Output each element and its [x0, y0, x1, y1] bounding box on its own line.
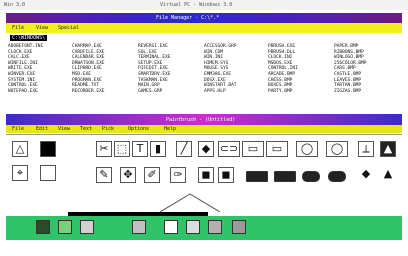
- foreground-color-swatch[interactable]: [40, 141, 56, 157]
- file-manager-menubar: File View Special: [6, 23, 402, 33]
- card-icon[interactable]: [232, 220, 246, 234]
- folder-icon[interactable]: [80, 220, 94, 234]
- file-item[interactable]: CONTROL.EXE: [8, 83, 43, 89]
- top-strip: Win 3.0 Virtual PC - Windows 3.0: [0, 0, 408, 10]
- eraser-tool-icon[interactable]: ▮: [150, 141, 166, 157]
- file-column-5: PBRUSH.EXE PBRUSH.DLL CLOCK.INI MSDOS.EX…: [268, 44, 298, 94]
- menu-file[interactable]: File: [12, 25, 24, 31]
- file-manager-title: File Manager - C:\*.*: [156, 15, 220, 21]
- disk-icon[interactable]: [36, 220, 50, 234]
- pb-menu-edit[interactable]: Edit: [36, 126, 48, 132]
- pb-menu-help[interactable]: Help: [164, 126, 176, 132]
- printer-icon[interactable]: [208, 220, 222, 234]
- background-color-swatch[interactable]: [40, 165, 56, 181]
- pb-menu-view[interactable]: View: [58, 126, 70, 132]
- paintbrush-toolbox: △ ⌖ ✂ ⬚ T ▮ ╱ ◆ ⊂⊃ ▭ ▭ ◯ ◯ ⟂ ▲ ✎ ✥ ✐ ✑ ◼…: [6, 134, 402, 194]
- line-tool-icon[interactable]: ╱: [176, 141, 192, 157]
- file-column-2: CHARMAP.EXE CARDFILE.EXE CALENDAR.EXE DR…: [72, 44, 105, 94]
- file-item[interactable]: RECORDER.EXE: [72, 89, 105, 95]
- pencil-icon[interactable]: [58, 220, 72, 234]
- paint-roller-icon[interactable]: ◆: [198, 141, 214, 157]
- file-item[interactable]: WINSTART.BAT: [204, 83, 237, 89]
- path-label: C:\WINDOWS\: [10, 35, 48, 41]
- foreground-color-swatch-2[interactable]: ⌖: [12, 165, 28, 181]
- menu-special[interactable]: Special: [58, 25, 79, 31]
- file-manager-titlebar[interactable]: File Manager - C:\*.*: [6, 13, 402, 23]
- file-item[interactable]: PARTY.BMP: [268, 89, 298, 95]
- top-left-label: Win 3.0: [4, 2, 26, 8]
- pencil-tool-icon[interactable]: ✐: [144, 167, 160, 183]
- fill-tool-icon[interactable]: ◼: [198, 167, 214, 183]
- menu-view[interactable]: View: [36, 25, 48, 31]
- spray-tool-icon[interactable]: ◼: [218, 167, 234, 183]
- pen-tool-icon[interactable]: ✑: [170, 167, 186, 183]
- paint-icon[interactable]: [132, 220, 146, 234]
- file-item[interactable]: SMARTDRV.EXE: [138, 72, 171, 78]
- pb-menu-pick[interactable]: Pick: [102, 126, 114, 132]
- file-item[interactable]: ACCESSOR.GRP: [204, 44, 237, 50]
- file-item[interactable]: CHARMAP.EXE: [72, 44, 105, 50]
- file-item[interactable]: NOTEPAD.EXE: [8, 89, 43, 95]
- file-item[interactable]: GAMES.GRP: [138, 89, 171, 95]
- move-tool-icon[interactable]: ✥: [120, 167, 136, 183]
- file-item[interactable]: WINLOGO.BMP: [334, 55, 367, 61]
- calc-icon[interactable]: [186, 220, 200, 234]
- file-item[interactable]: ZIGZAG.BMP: [334, 89, 367, 95]
- brush-tool-icon[interactable]: ✎: [96, 167, 112, 183]
- scissors-tool-icon[interactable]: ✂: [96, 141, 112, 157]
- rounded-box-tool-icon[interactable]: ▭: [266, 141, 288, 157]
- pb-menu-file[interactable]: File: [12, 126, 24, 132]
- file-column-3: REVERSI.EXE SOL.EXE TERMINAL.EXE SETUP.E…: [138, 44, 171, 94]
- top-center-label: Virtual PC - Windows 3.0: [160, 2, 233, 8]
- paintbrush-title: Paintbrush - (Untitled): [166, 117, 236, 123]
- filled-rounded-box-tool-icon[interactable]: [274, 171, 296, 182]
- canvas-selection[interactable]: [160, 190, 220, 212]
- notepad-icon[interactable]: [164, 220, 178, 234]
- file-column-4: ACCESSOR.GRP WIN.COM WIN.INI HIMEM.SYS M…: [204, 44, 237, 94]
- file-column-6: PAPER.BMP RIBBONS.BMP WINLOGO.BMP 256COL…: [334, 44, 367, 94]
- file-item[interactable]: PBRUSH.EXE: [268, 44, 298, 50]
- pb-menu-text[interactable]: Text: [80, 126, 92, 132]
- pb-menu-options[interactable]: Options: [128, 126, 149, 132]
- text-tool-icon[interactable]: T: [132, 141, 148, 157]
- file-item[interactable]: CALENDAR.EXE: [72, 55, 105, 61]
- file-item[interactable]: REVERSI.EXE: [138, 44, 171, 50]
- file-item[interactable]: ADOBEFONT.INI: [8, 44, 43, 50]
- filled-circle-tool-icon[interactable]: [302, 171, 320, 182]
- file-item[interactable]: ARCADE.BMP: [268, 72, 298, 78]
- paintbrush-menubar: File Edit View Text Pick Options Help: [6, 125, 402, 133]
- circle-tool-icon[interactable]: ◯: [296, 141, 318, 157]
- curve-tool-icon[interactable]: ⊂⊃: [218, 141, 240, 157]
- filled-box-tool-icon[interactable]: [246, 171, 268, 182]
- file-list: C:\WINDOWS\ ADOBEFONT.INI CLOCK.EXE CALC…: [6, 33, 402, 101]
- filled-shape-tool-icon[interactable]: ◆: [358, 167, 374, 183]
- box-tool-icon[interactable]: ▭: [242, 141, 264, 157]
- ellipse-tool-icon[interactable]: ◯: [326, 141, 348, 157]
- filled-polygon-tool-icon[interactable]: ▲: [380, 141, 396, 157]
- filled-triangle-tool-icon[interactable]: ▲: [380, 167, 396, 183]
- filled-ellipse-tool-icon[interactable]: [328, 171, 346, 182]
- file-item[interactable]: TERMINAL.EXE: [138, 55, 171, 61]
- pick-tool-icon[interactable]: ⬚: [114, 141, 130, 157]
- paintbrush-titlebar[interactable]: Paintbrush - (Untitled): [6, 114, 402, 125]
- polygon-tool-icon[interactable]: ⟂: [358, 141, 374, 157]
- file-item[interactable]: APPS.HLP: [204, 89, 237, 95]
- triangle-tool-icon[interactable]: △: [12, 141, 28, 157]
- file-column-1: ADOBEFONT.INI CLOCK.EXE CALC.EXE WINFILE…: [8, 44, 43, 94]
